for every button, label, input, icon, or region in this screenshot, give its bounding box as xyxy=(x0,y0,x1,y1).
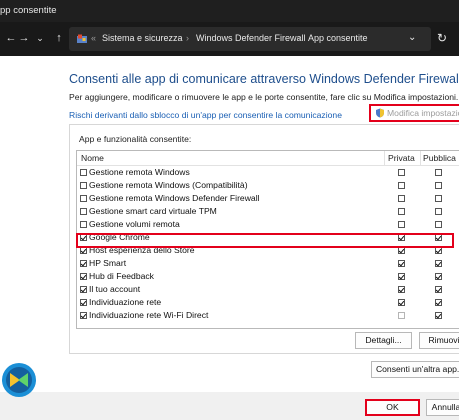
private-checkbox[interactable] xyxy=(398,312,405,319)
navigation-bar: ← → ⌄ ↑ « Sistema e sicurezza › Windows … xyxy=(0,22,459,56)
address-overflow[interactable]: « xyxy=(91,33,96,43)
private-checkbox[interactable] xyxy=(398,273,405,280)
list-item[interactable]: Gestione remota Windows xyxy=(77,166,459,179)
enable-checkbox[interactable] xyxy=(80,169,87,176)
private-checkbox[interactable] xyxy=(398,286,405,293)
list-item[interactable]: Individuazione rete xyxy=(77,296,459,309)
title-bar: pp consentite xyxy=(0,0,459,22)
public-checkbox[interactable] xyxy=(435,260,442,267)
enable-checkbox[interactable] xyxy=(80,286,87,293)
up-icon[interactable]: ↑ xyxy=(52,31,66,45)
app-name: Individuazione rete Wi-Fi Direct xyxy=(89,310,209,320)
private-checkbox[interactable] xyxy=(398,169,405,176)
list-item[interactable]: HP Smart xyxy=(77,257,459,270)
private-checkbox[interactable] xyxy=(398,182,405,189)
app-name: HP Smart xyxy=(89,258,127,268)
control-panel-icon xyxy=(77,34,87,43)
public-checkbox[interactable] xyxy=(435,169,442,176)
public-checkbox[interactable] xyxy=(435,195,442,202)
forward-icon[interactable]: → xyxy=(17,31,31,45)
ok-button[interactable]: OK xyxy=(365,399,420,416)
private-checkbox[interactable] xyxy=(398,208,405,215)
public-checkbox[interactable] xyxy=(435,221,442,228)
public-checkbox[interactable] xyxy=(435,312,442,319)
list-item[interactable]: Individuazione rete Wi-Fi Direct xyxy=(77,309,459,322)
address-dropdown-icon[interactable]: ⌄ xyxy=(408,32,416,43)
app-name: Gestione remota Windows Defender Firewal… xyxy=(89,193,260,203)
app-name: Gestione smart card virtuale TPM xyxy=(89,206,217,216)
breadcrumb-separator-icon: › xyxy=(186,33,189,43)
private-checkbox[interactable] xyxy=(398,247,405,254)
private-checkbox[interactable] xyxy=(398,299,405,306)
details-button[interactable]: Dettagli... xyxy=(355,332,412,349)
column-divider xyxy=(384,151,385,165)
column-private[interactable]: Privata xyxy=(388,153,415,163)
column-divider xyxy=(420,151,421,165)
enable-checkbox[interactable] xyxy=(80,195,87,202)
public-checkbox[interactable] xyxy=(435,286,442,293)
cancel-button[interactable]: Annulla xyxy=(426,399,459,416)
back-icon[interactable]: ← xyxy=(4,31,18,45)
enable-checkbox[interactable] xyxy=(80,312,87,319)
modify-settings-label: Modifica impostazioni xyxy=(387,108,459,118)
enable-checkbox[interactable] xyxy=(80,182,87,189)
allow-another-app-button[interactable]: Consenti un'altra app... xyxy=(371,361,459,378)
list-item[interactable]: Gestione volumi remota xyxy=(77,218,459,231)
refresh-icon[interactable]: ↻ xyxy=(437,31,447,45)
page-description: Per aggiungere, modificare o rimuovere l… xyxy=(69,92,459,102)
column-name[interactable]: Nome xyxy=(81,153,104,163)
highlight-google-chrome xyxy=(76,233,454,248)
remove-button[interactable]: Rimuovi xyxy=(419,332,459,349)
public-checkbox[interactable] xyxy=(435,182,442,189)
window-title: pp consentite xyxy=(0,5,57,16)
app-name: Individuazione rete xyxy=(89,297,162,307)
list-header: Nome Privata Pubblica xyxy=(77,151,459,166)
app-name: Gestione remota Windows xyxy=(89,167,190,177)
allowed-apps-title: App e funzionalità consentite: xyxy=(79,134,192,144)
risks-link[interactable]: Rischi derivanti dallo sblocco di un'app… xyxy=(69,110,342,120)
shield-icon xyxy=(376,108,384,118)
recent-locations-icon[interactable]: ⌄ xyxy=(33,31,47,45)
public-checkbox[interactable] xyxy=(435,273,442,280)
public-checkbox[interactable] xyxy=(435,247,442,254)
enable-checkbox[interactable] xyxy=(80,208,87,215)
enable-checkbox[interactable] xyxy=(80,247,87,254)
app-name: Gestione volumi remota xyxy=(89,219,180,229)
list-item[interactable]: Hub di Feedback xyxy=(77,270,459,283)
list-item[interactable]: Gestione smart card virtuale TPM xyxy=(77,205,459,218)
column-public[interactable]: Pubblica xyxy=(423,153,456,163)
enable-checkbox[interactable] xyxy=(80,273,87,280)
enable-checkbox[interactable] xyxy=(80,260,87,267)
private-checkbox[interactable] xyxy=(398,221,405,228)
public-checkbox[interactable] xyxy=(435,208,442,215)
app-name: Gestione remota Windows (Compatibilità) xyxy=(89,180,248,190)
page-title: Consenti alle app di comunicare attraver… xyxy=(69,72,459,86)
app-name: Il tuo account xyxy=(89,284,141,294)
enable-checkbox[interactable] xyxy=(80,221,87,228)
address-bar[interactable]: « Sistema e sicurezza › Windows Defender… xyxy=(69,27,431,51)
breadcrumb-separator-icon: › xyxy=(298,33,301,43)
breadcrumb-sistema-sicurezza[interactable]: Sistema e sicurezza xyxy=(102,33,183,43)
enable-checkbox[interactable] xyxy=(80,299,87,306)
breadcrumb-defender-firewall[interactable]: Windows Defender Firewall xyxy=(196,33,306,43)
app-name: Hub di Feedback xyxy=(89,271,154,281)
private-checkbox[interactable] xyxy=(398,195,405,202)
list-item[interactable]: Gestione remota Windows (Compatibilità) xyxy=(77,179,459,192)
breadcrumb-app-consentite[interactable]: App consentite xyxy=(308,33,368,43)
watermark-logo-icon xyxy=(2,363,36,397)
dialog-footer: OK Annulla xyxy=(0,392,459,420)
private-checkbox[interactable] xyxy=(398,260,405,267)
modify-settings-button[interactable]: Modifica impostazioni xyxy=(369,104,459,122)
list-item[interactable]: Il tuo account xyxy=(77,283,459,296)
public-checkbox[interactable] xyxy=(435,299,442,306)
list-item[interactable]: Gestione remota Windows Defender Firewal… xyxy=(77,192,459,205)
